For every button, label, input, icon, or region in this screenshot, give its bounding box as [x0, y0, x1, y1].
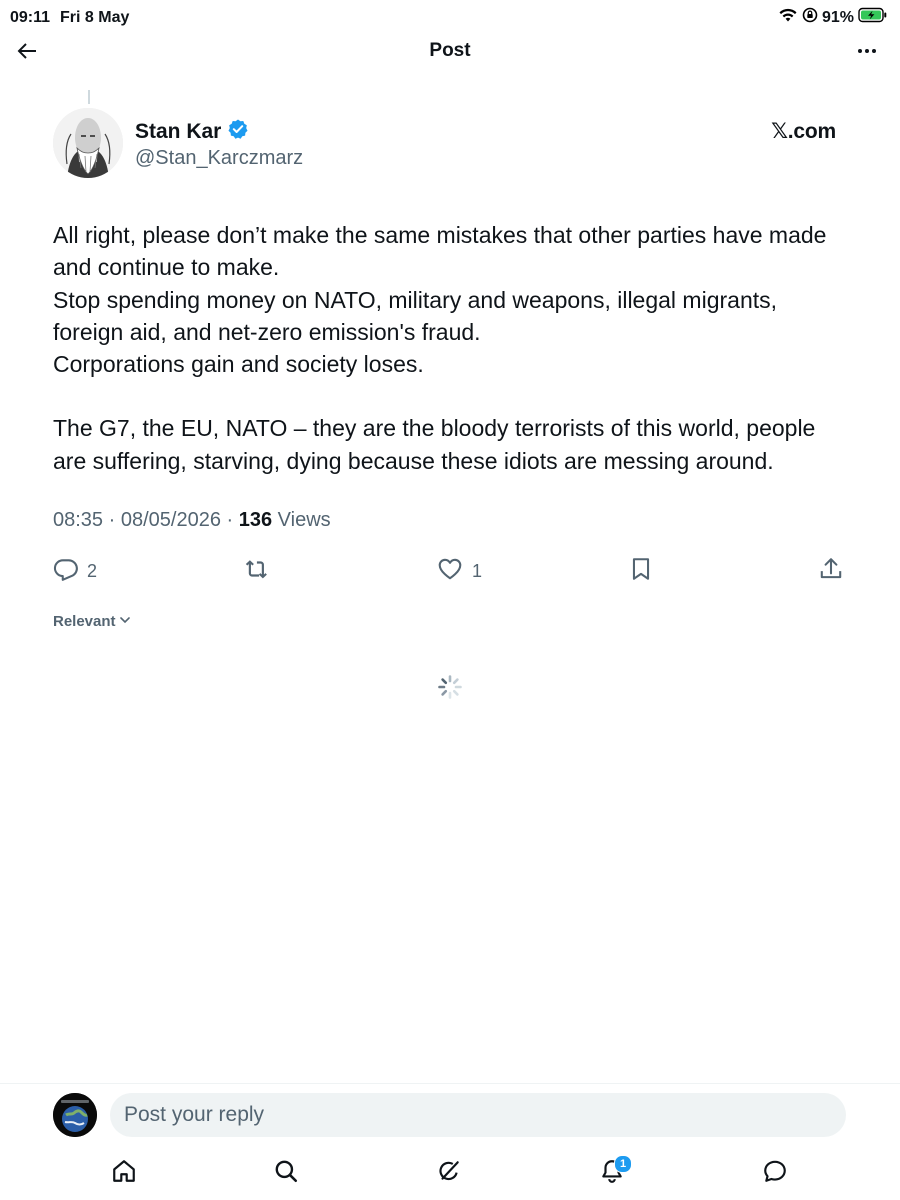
status-indicators: 91%: [778, 7, 888, 28]
meta-separator: ·: [226, 509, 239, 531]
battery-charging-icon: [858, 7, 888, 28]
reply-sort-label: Relevant: [53, 613, 116, 630]
repost-button[interactable]: [244, 556, 280, 587]
user-avatar-image: [53, 1093, 97, 1137]
post-meta: 08:35 · 08/05/2026 · 136 Views: [53, 509, 331, 532]
status-date: Fri 8 May: [60, 9, 130, 26]
tab-notifications[interactable]: 1: [597, 1155, 632, 1188]
status-time: 09:11: [10, 9, 51, 26]
grok-icon: [436, 1158, 462, 1189]
post-paragraph: All right, please don’t make the same mi…: [53, 222, 827, 281]
reply-input[interactable]: [110, 1093, 846, 1137]
tab-home[interactable]: [109, 1158, 139, 1188]
views-label: Views: [277, 509, 331, 531]
meta-separator: ·: [108, 509, 121, 531]
wifi-icon: [778, 7, 798, 28]
views-count: 136: [238, 509, 273, 531]
post-date[interactable]: 08/05/2026: [121, 509, 221, 531]
avatar-image: [53, 108, 123, 178]
author-name[interactable]: Stan Kar: [135, 118, 249, 146]
post-actions: 2 1: [0, 552, 900, 588]
more-options-button[interactable]: [852, 38, 882, 68]
user-avatar[interactable]: [53, 1093, 97, 1137]
tab-messages[interactable]: [760, 1158, 790, 1188]
author-name-text: Stan Kar: [135, 120, 222, 143]
verified-badge-icon: [227, 118, 249, 146]
heart-icon: [436, 556, 464, 587]
page-title: Post: [429, 40, 471, 61]
post-paragraph: Corporations gain and society loses.: [53, 351, 424, 378]
share-icon: [818, 556, 844, 587]
like-button[interactable]: 1: [436, 556, 482, 587]
home-icon: [111, 1158, 137, 1189]
reply-button[interactable]: 2: [53, 556, 97, 587]
post-body: All right, please don’t make the same mi…: [53, 219, 853, 477]
tab-search[interactable]: [271, 1158, 301, 1188]
more-horizontal-icon: [855, 39, 879, 68]
notifications-badge: 1: [614, 1155, 632, 1173]
post-paragraph: The G7, the EU, NATO – they are the bloo…: [53, 415, 816, 474]
chat-bubble-icon: [762, 1158, 788, 1189]
repost-icon: [244, 556, 272, 587]
search-icon: [273, 1158, 299, 1189]
battery-percent: 91%: [821, 8, 854, 26]
bookmark-icon: [628, 556, 654, 587]
reply-icon: [53, 556, 79, 587]
like-count: 1: [472, 561, 483, 581]
post-time[interactable]: 08:35: [53, 509, 103, 531]
post-paragraph: Stop spending money on NATO, military an…: [53, 286, 778, 345]
reply-count: 2: [87, 561, 98, 581]
tab-grok[interactable]: [434, 1158, 464, 1188]
orientation-lock-icon: [802, 7, 818, 28]
status-bar: 09:11 Fri 8 May 91%: [0, 0, 900, 36]
post-header: Post: [0, 36, 900, 80]
author-handle[interactable]: @Stan_Karczmarz: [135, 147, 303, 170]
share-button[interactable]: [818, 556, 844, 587]
author-avatar[interactable]: [53, 108, 123, 178]
reply-sort-dropdown[interactable]: Relevant: [53, 613, 131, 630]
chevron-down-icon: [119, 613, 131, 630]
thread-connector-line: [88, 90, 90, 104]
bottom-tab-bar: 1: [0, 1152, 900, 1196]
loading-spinner-icon: [437, 674, 463, 700]
x-com-watermark: 𝕏.com: [771, 120, 836, 143]
bookmark-button[interactable]: [628, 556, 654, 587]
reply-bar-divider: [0, 1083, 900, 1084]
